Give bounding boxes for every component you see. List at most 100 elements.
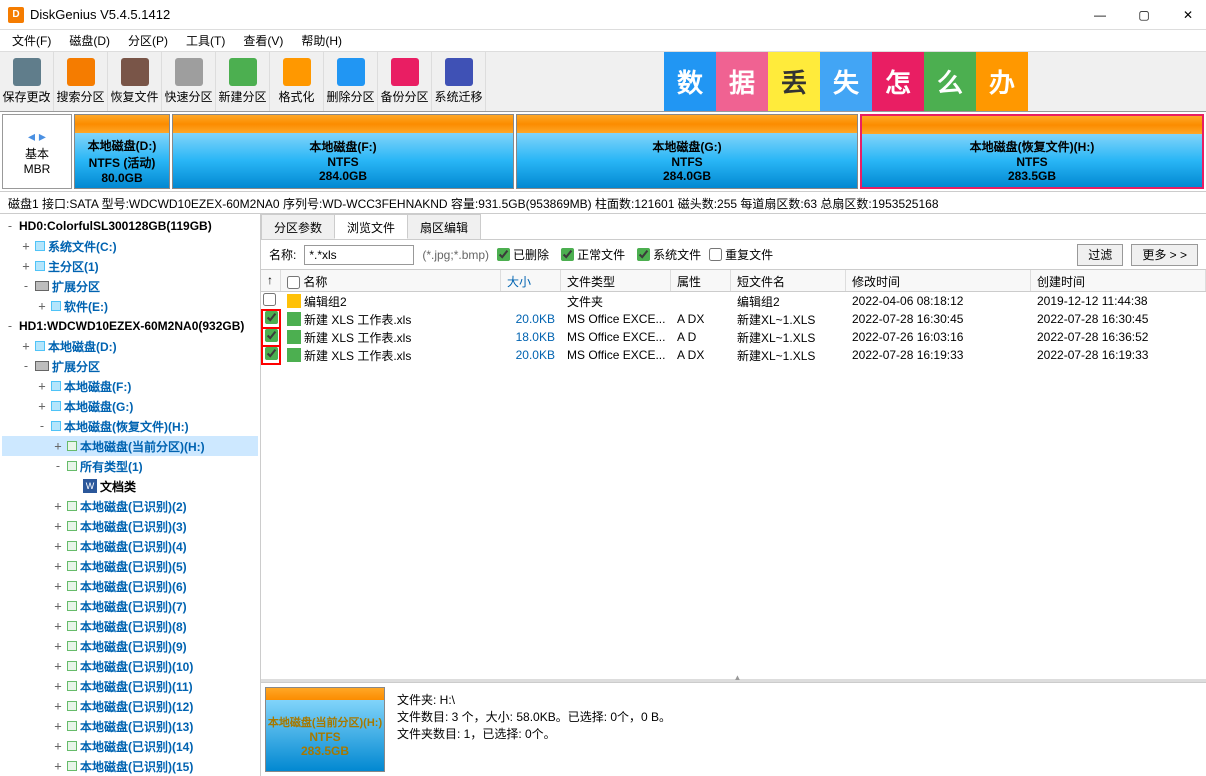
- col-size[interactable]: 大小: [501, 270, 561, 291]
- tool-保存更改[interactable]: 保存更改: [0, 52, 54, 111]
- tree-item[interactable]: +本地磁盘(已识别)(4): [2, 536, 258, 556]
- more-button[interactable]: 更多 > >: [1131, 244, 1198, 266]
- tree-item[interactable]: -HD1:WDCWD10EZEX-60M2NA0(932GB): [2, 316, 258, 336]
- tree-item[interactable]: +本地磁盘(已识别)(9): [2, 636, 258, 656]
- tree-item[interactable]: +本地磁盘(已识别)(3): [2, 516, 258, 536]
- tree-item[interactable]: +本地磁盘(已识别)(10): [2, 656, 258, 676]
- expand-icon[interactable]: -: [4, 319, 16, 333]
- dup-checkbox[interactable]: 重复文件: [709, 246, 773, 263]
- menu-1[interactable]: 磁盘(D): [61, 30, 118, 51]
- tree-item[interactable]: +本地磁盘(F:): [2, 376, 258, 396]
- tree-item[interactable]: +本地磁盘(已识别)(12): [2, 696, 258, 716]
- expand-icon[interactable]: -: [52, 459, 64, 473]
- tree-item[interactable]: +本地磁盘(已识别)(15): [2, 756, 258, 776]
- mbr-box[interactable]: ◂ ▸ 基本 MBR: [2, 114, 72, 189]
- expand-icon[interactable]: +: [52, 499, 64, 513]
- expand-icon[interactable]: +: [52, 639, 64, 653]
- expand-icon[interactable]: +: [52, 619, 64, 633]
- col-type[interactable]: 文件类型: [561, 270, 671, 291]
- expand-icon[interactable]: +: [52, 599, 64, 613]
- tree-item[interactable]: +主分区(1): [2, 256, 258, 276]
- tree-item[interactable]: -扩展分区: [2, 356, 258, 376]
- row-checkbox[interactable]: [261, 327, 281, 347]
- tree-item[interactable]: -所有类型(1): [2, 456, 258, 476]
- menu-2[interactable]: 分区(P): [120, 30, 176, 51]
- expand-icon[interactable]: +: [36, 399, 48, 413]
- col-up[interactable]: ↑: [261, 270, 281, 291]
- partition-本地磁盘(F:)[interactable]: 本地磁盘(F:)NTFS284.0GB: [172, 114, 514, 189]
- expand-icon[interactable]: +: [20, 239, 32, 253]
- tool-格式化[interactable]: 格式化: [270, 52, 324, 111]
- tree-item[interactable]: -扩展分区: [2, 276, 258, 296]
- menu-5[interactable]: 帮助(H): [293, 30, 350, 51]
- expand-icon[interactable]: -: [20, 359, 32, 373]
- menu-3[interactable]: 工具(T): [178, 30, 233, 51]
- row-checkbox[interactable]: [261, 293, 281, 309]
- tool-删除分区[interactable]: 删除分区: [324, 52, 378, 111]
- tab-浏览文件[interactable]: 浏览文件: [334, 214, 408, 239]
- tree-item[interactable]: -HD0:ColorfulSL300128GB(119GB): [2, 216, 258, 236]
- expand-icon[interactable]: +: [52, 579, 64, 593]
- tool-快速分区[interactable]: 快速分区: [162, 52, 216, 111]
- col-short[interactable]: 短文件名: [731, 270, 846, 291]
- tree-item[interactable]: +本地磁盘(当前分区)(H:): [2, 436, 258, 456]
- filter-check-系统文件[interactable]: 系统文件: [637, 246, 701, 263]
- expand-icon[interactable]: +: [52, 659, 64, 673]
- disk-tree[interactable]: -HD0:ColorfulSL300128GB(119GB)+系统文件(C:)+…: [0, 214, 261, 776]
- tree-item[interactable]: -本地磁盘(恢复文件)(H:): [2, 416, 258, 436]
- expand-icon[interactable]: +: [20, 339, 32, 353]
- expand-icon[interactable]: +: [20, 259, 32, 273]
- maximize-button[interactable]: ▢: [1134, 5, 1154, 25]
- expand-icon[interactable]: +: [52, 679, 64, 693]
- tab-扇区编辑[interactable]: 扇区编辑: [407, 214, 481, 239]
- expand-icon[interactable]: +: [36, 299, 48, 313]
- expand-icon[interactable]: -: [4, 219, 16, 233]
- tool-系统迁移[interactable]: 系统迁移: [432, 52, 486, 111]
- tree-item[interactable]: +本地磁盘(G:): [2, 396, 258, 416]
- tree-item[interactable]: W文档类: [2, 476, 258, 496]
- filter-button[interactable]: 过滤: [1077, 244, 1123, 266]
- close-button[interactable]: ✕: [1178, 5, 1198, 25]
- col-name[interactable]: 名称: [281, 270, 501, 291]
- expand-icon[interactable]: -: [36, 419, 48, 433]
- table-header[interactable]: ↑ 名称 大小 文件类型 属性 短文件名 修改时间 创建时间: [261, 270, 1206, 292]
- tree-item[interactable]: +本地磁盘(已识别)(13): [2, 716, 258, 736]
- file-table[interactable]: ↑ 名称 大小 文件类型 属性 短文件名 修改时间 创建时间 编辑组2 文件夹 …: [261, 270, 1206, 679]
- name-filter-input[interactable]: [304, 245, 414, 265]
- file-row[interactable]: 新建 XLS 工作表.xls 18.0KB MS Office EXCE... …: [261, 328, 1206, 346]
- tree-item[interactable]: +本地磁盘(已识别)(11): [2, 676, 258, 696]
- tree-item[interactable]: +本地磁盘(已识别)(5): [2, 556, 258, 576]
- tool-新建分区[interactable]: 新建分区: [216, 52, 270, 111]
- tree-item[interactable]: +本地磁盘(已识别)(14): [2, 736, 258, 756]
- col-attr[interactable]: 属性: [671, 270, 731, 291]
- partition-本地磁盘(G:)[interactable]: 本地磁盘(G:)NTFS284.0GB: [516, 114, 858, 189]
- tool-备份分区[interactable]: 备份分区: [378, 52, 432, 111]
- menu-4[interactable]: 查看(V): [235, 30, 291, 51]
- file-row[interactable]: 新建 XLS 工作表.xls 20.0KB MS Office EXCE... …: [261, 346, 1206, 364]
- menu-0[interactable]: 文件(F): [4, 30, 59, 51]
- tree-item[interactable]: +本地磁盘(已识别)(7): [2, 596, 258, 616]
- expand-icon[interactable]: +: [52, 519, 64, 533]
- expand-icon[interactable]: +: [52, 739, 64, 753]
- file-row[interactable]: 新建 XLS 工作表.xls 20.0KB MS Office EXCE... …: [261, 310, 1206, 328]
- expand-icon[interactable]: -: [20, 279, 32, 293]
- expand-icon[interactable]: +: [52, 539, 64, 553]
- tree-item[interactable]: +本地磁盘(已识别)(6): [2, 576, 258, 596]
- expand-icon[interactable]: +: [52, 439, 64, 453]
- partition-本地磁盘(D:)[interactable]: 本地磁盘(D:)NTFS (活动)80.0GB: [74, 114, 170, 189]
- file-row[interactable]: 编辑组2 文件夹 编辑组2 2022-04-06 08:18:12 2019-1…: [261, 292, 1206, 310]
- expand-icon[interactable]: +: [52, 719, 64, 733]
- minimize-button[interactable]: —: [1090, 5, 1110, 25]
- splitter[interactable]: [261, 679, 1206, 682]
- tab-分区参数[interactable]: 分区参数: [261, 214, 335, 239]
- filter-check-已删除[interactable]: 已删除: [497, 246, 549, 263]
- tree-item[interactable]: +本地磁盘(D:): [2, 336, 258, 356]
- col-mtime[interactable]: 修改时间: [846, 270, 1031, 291]
- expand-icon[interactable]: +: [52, 759, 64, 773]
- tree-item[interactable]: +软件(E:): [2, 296, 258, 316]
- row-checkbox[interactable]: [261, 309, 281, 329]
- expand-icon[interactable]: +: [52, 699, 64, 713]
- row-checkbox[interactable]: [261, 345, 281, 365]
- tree-item[interactable]: +本地磁盘(已识别)(8): [2, 616, 258, 636]
- expand-icon[interactable]: +: [36, 379, 48, 393]
